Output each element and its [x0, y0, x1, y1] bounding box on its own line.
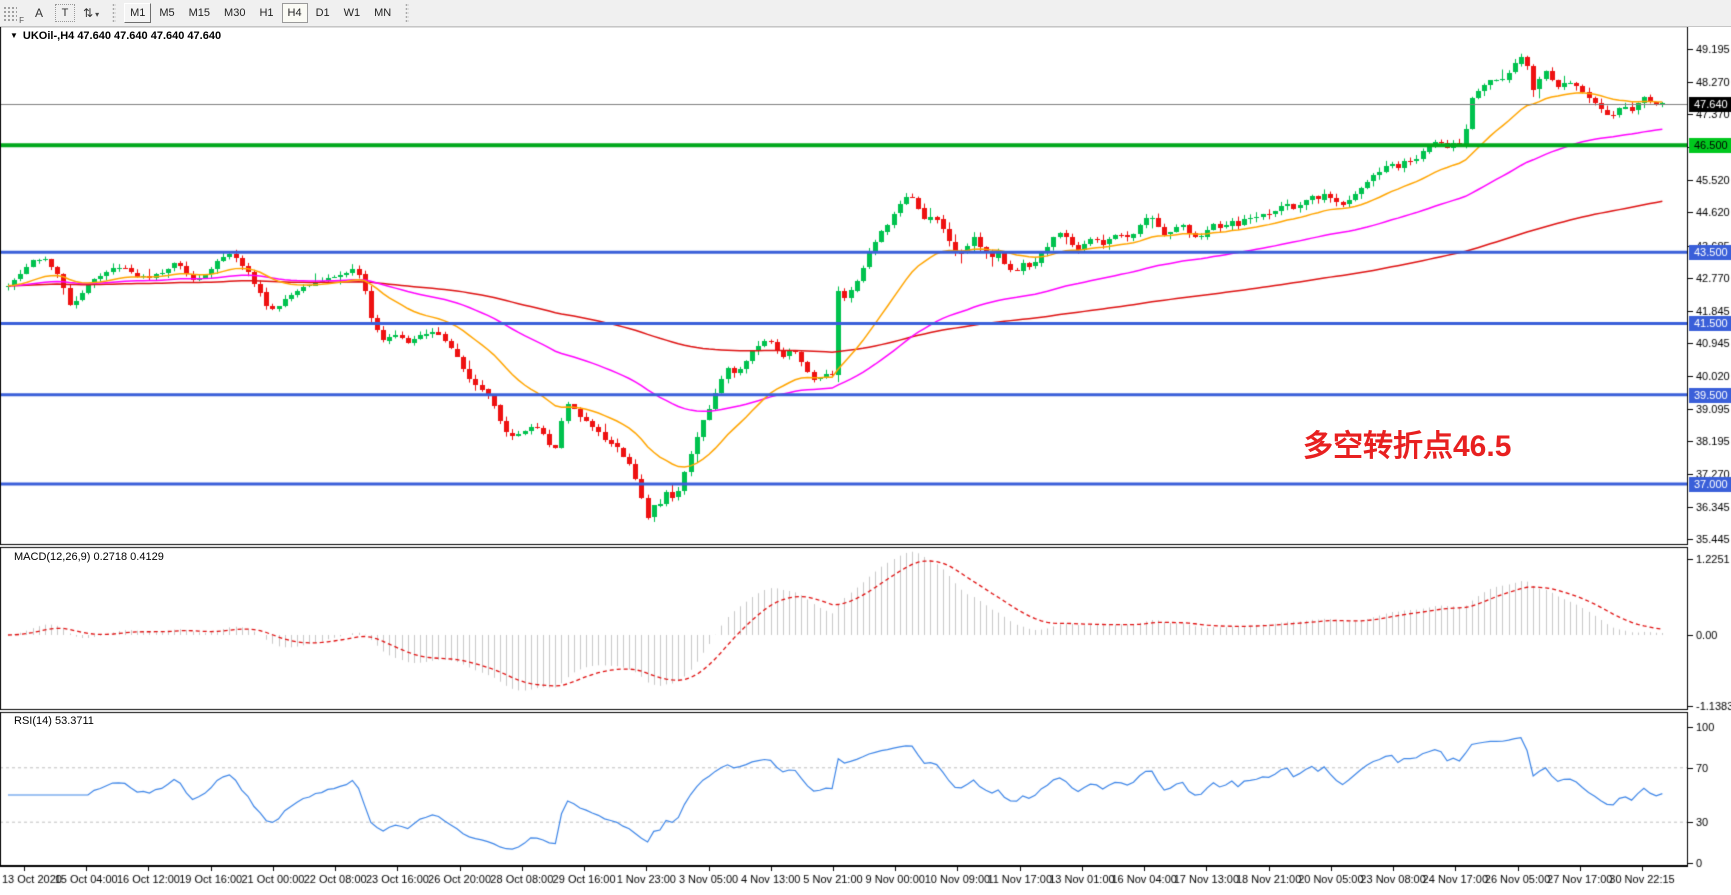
toolbar-drag-handle[interactable]: F: [3, 6, 17, 22]
timeframe-button-d1[interactable]: D1: [310, 3, 336, 23]
double-arrow-icon: ⇅: [83, 6, 93, 20]
cursor-mode-dropdown-button[interactable]: ⇅▾: [79, 3, 103, 23]
chevron-down-icon: ▾: [95, 10, 99, 19]
timeframe-group: M1M5M15M30H1H4D1W1MN: [123, 3, 398, 23]
timeframe-button-h1[interactable]: H1: [253, 3, 279, 23]
timeframe-button-mn[interactable]: MN: [368, 3, 397, 23]
timeframe-button-w1[interactable]: W1: [338, 3, 367, 23]
timeframe-button-h4[interactable]: H4: [282, 3, 308, 23]
chart-title-text: UKOil-,H4 47.640 47.640 47.640 47.640: [23, 30, 221, 42]
collapse-arrow-icon: ▼: [10, 31, 18, 40]
timeframe-button-m15[interactable]: M15: [183, 3, 216, 23]
pivot-point-annotation: 多空转折点46.5: [1303, 421, 1511, 465]
timeframe-button-m30[interactable]: M30: [218, 3, 251, 23]
toolbar-separator: [112, 3, 116, 23]
arrow-tool-button[interactable]: A: [27, 3, 51, 23]
macd-indicator-label: MACD(12,26,9) 0.2718 0.4129: [14, 551, 164, 563]
timeframe-button-m5[interactable]: M5: [153, 3, 180, 23]
mt4-chart-window: { "toolbar": { "handle_label": "F", "too…: [0, 0, 1731, 895]
chart-title: ▼ UKOil-,H4 47.640 47.640 47.640 47.640: [10, 30, 221, 42]
timeframe-button-m1[interactable]: M1: [124, 3, 151, 23]
toolbar-separator: [405, 3, 409, 23]
toolbar: F A T ⇅▾ M1M5M15M30H1H4D1W1MN: [0, 0, 1731, 27]
toolbar-handle-label: F: [19, 16, 24, 25]
rsi-indicator-label: RSI(14) 53.3711: [14, 715, 94, 727]
text-tool-button[interactable]: T: [55, 4, 75, 22]
